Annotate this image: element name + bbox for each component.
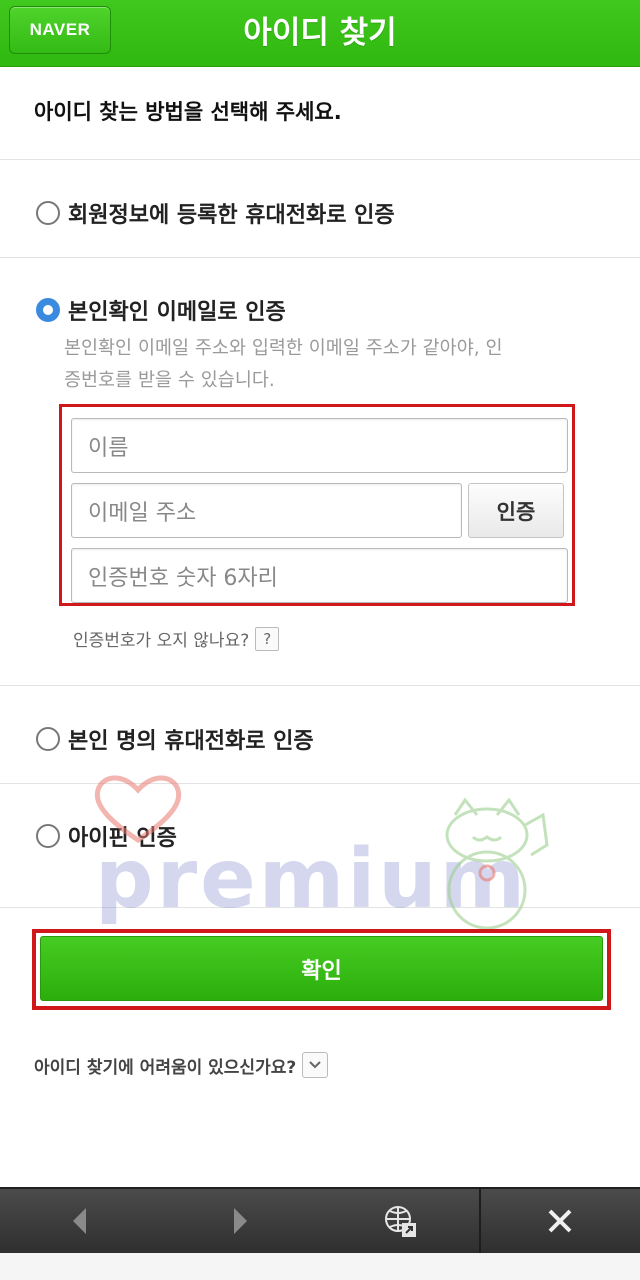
email-input[interactable]: 이메일 주소 <box>71 483 462 538</box>
option-phone-registered[interactable]: 회원정보에 등록한 휴대전화로 인증 <box>36 197 395 229</box>
option-label: 본인확인 이메일로 인증 <box>68 300 286 325</box>
close-icon[interactable] <box>520 1189 600 1253</box>
cat-watermark-icon <box>445 797 549 930</box>
verify-button[interactable]: 인증 <box>468 483 564 538</box>
heart-watermark-icon <box>94 775 182 844</box>
code-help-text: 인증번호가 오지 않나요? <box>73 631 250 651</box>
confirm-button[interactable]: 확인 <box>40 936 603 1001</box>
option-email[interactable]: 본인확인 이메일로 인증 <box>36 294 286 326</box>
forward-arrow-icon[interactable] <box>200 1189 280 1253</box>
page-title: 아이디 찾기 <box>243 14 397 51</box>
screen-bottom-edge <box>0 1253 640 1280</box>
top-header: NAVER 아이디 찾기 <box>0 0 640 67</box>
back-arrow-icon[interactable] <box>40 1189 120 1253</box>
option-phone-own[interactable]: 본인 명의 휴대전화로 인증 <box>36 723 314 755</box>
code-input[interactable]: 인증번호 숫자 6자리 <box>71 548 568 603</box>
radio-ipin[interactable] <box>36 824 60 848</box>
instruction-text: 아이디 찾는 방법을 선택해 주세요. <box>34 100 342 124</box>
email-description: 본인확인 이메일 주소와 입력한 이메일 주소가 같아야, 인 증번호를 받을 … <box>64 333 604 397</box>
code-help-row: 인증번호가 오지 않나요? ? <box>73 626 280 651</box>
trouble-row[interactable]: 아이디 찾기에 어려움이 있으신가요? <box>34 1052 329 1078</box>
question-icon[interactable]: ? <box>255 626 280 651</box>
option-label: 회원정보에 등록한 휴대전화로 인증 <box>68 203 395 228</box>
chevron-down-icon[interactable] <box>302 1052 329 1078</box>
option-label: 본인 명의 휴대전화로 인증 <box>68 729 314 754</box>
name-input[interactable]: 이름 <box>71 418 568 473</box>
bar-divider <box>479 1189 481 1253</box>
radio-phone-own[interactable] <box>36 727 60 751</box>
radio-email[interactable] <box>36 298 60 322</box>
trouble-text: 아이디 찾기에 어려움이 있으신가요? <box>34 1057 297 1078</box>
globe-icon[interactable] <box>360 1189 440 1253</box>
desc-line-2: 증번호를 받을 수 있습니다. <box>64 370 275 391</box>
desc-line-1: 본인확인 이메일 주소와 입력한 이메일 주소가 같아야, 인 <box>64 338 503 359</box>
radio-phone-registered[interactable] <box>36 201 60 225</box>
